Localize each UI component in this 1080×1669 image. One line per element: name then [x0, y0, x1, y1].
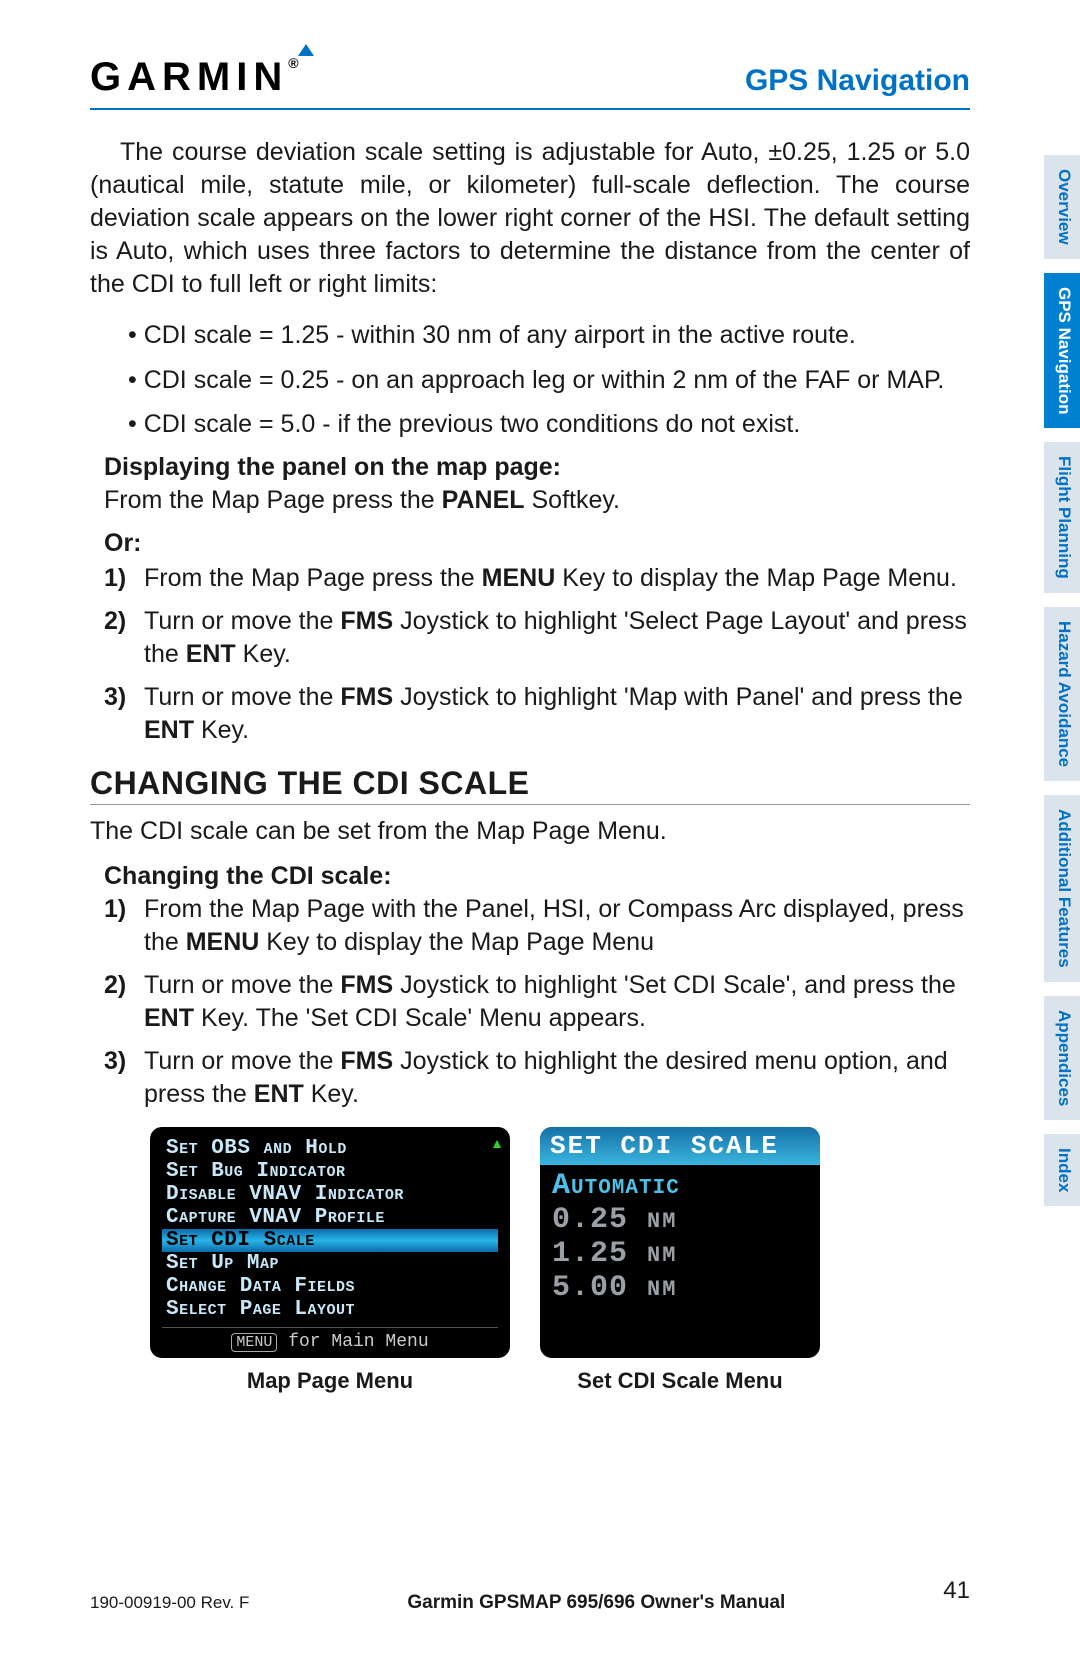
map-menu-caption: Map Page Menu: [150, 1368, 510, 1394]
step-item: 2) Turn or move the FMS Joystick to high…: [104, 605, 970, 671]
map-menu-item: Capture VNAV Profile: [162, 1206, 498, 1229]
side-tabs: Overview GPS Navigation Flight Planning Haz…: [1044, 155, 1080, 1206]
step-item: 3) Turn or move the FMS Joystick to high…: [104, 1045, 970, 1111]
cdi-menu-item: 5.00 NM: [552, 1271, 808, 1305]
map-menu-item: Select Page Layout: [162, 1298, 498, 1321]
set-cdi-scale-panel: SET CDI SCALE Automatic0.25 NM1.25 NM5.0…: [540, 1127, 820, 1358]
side-tab[interactable]: GPS Navigation: [1044, 273, 1080, 429]
cdi-sub-paragraph: The CDI scale can be set from the Map Pa…: [90, 815, 970, 848]
menu-screenshots: ▲ Set OBS and HoldSet Bug IndicatorDisab…: [150, 1127, 970, 1358]
step-item: 1) From the Map Page press the MENU Key …: [104, 562, 970, 595]
side-tab[interactable]: Index: [1044, 1134, 1080, 1206]
panel-softkey-line: From the Map Page press the PANEL Softke…: [104, 484, 970, 517]
cdi-menu-item: 0.25 NM: [552, 1203, 808, 1237]
cdi-menu-item: Automatic: [552, 1169, 808, 1203]
steps-display-panel: 1) From the Map Page press the MENU Key …: [104, 562, 970, 747]
logo-triangle-icon: [298, 44, 314, 56]
side-tab[interactable]: Flight Planning: [1044, 442, 1080, 593]
menu-key-icon: menu: [231, 1333, 277, 1352]
bullet-item: CDI scale = 1.25 - within 30 nm of any a…: [90, 319, 970, 352]
steps-change-cdi: 1) From the Map Page with the Panel, HSI…: [104, 893, 970, 1111]
side-tab[interactable]: Additional Features: [1044, 795, 1080, 982]
map-menu-item: Disable VNAV Indicator: [162, 1183, 498, 1206]
map-menu-item: Change Data Fields: [162, 1275, 498, 1298]
changing-cdi-subhead: Changing the CDI scale:: [104, 862, 970, 891]
or-label: Or:: [104, 529, 970, 558]
map-menu-item: Set CDI Scale: [162, 1229, 498, 1252]
step-item: 2) Turn or move the FMS Joystick to high…: [104, 969, 970, 1035]
map-page-menu-panel: ▲ Set OBS and HoldSet Bug IndicatorDisab…: [150, 1127, 510, 1358]
h2-rule: [90, 804, 970, 805]
page-header: GARMIN® GPS Navigation: [90, 55, 970, 100]
cdi-bullets: CDI scale = 1.25 - within 30 nm of any a…: [90, 319, 970, 441]
page-footer: 190-00919-00 Rev. F Garmin GPSMAP 695/69…: [90, 1589, 970, 1617]
page-number: 41: [943, 1577, 970, 1605]
bullet-item: CDI scale = 5.0 - if the previous two co…: [90, 408, 970, 441]
cdi-menu-item: 1.25 NM: [552, 1237, 808, 1271]
map-menu-item: Set Up Map: [162, 1252, 498, 1275]
changing-cdi-heading: CHANGING THE CDI SCALE: [90, 765, 970, 802]
map-menu-item: Set OBS and Hold: [162, 1137, 498, 1160]
cdi-menu-title: SET CDI SCALE: [540, 1127, 820, 1165]
header-rule: [90, 108, 970, 110]
menu-footer: menu for Main Menu: [162, 1327, 498, 1352]
display-panel-heading: Displaying the panel on the map page:: [104, 453, 970, 482]
doc-title: Garmin GPSMAP 695/696 Owner's Manual: [407, 1592, 785, 1614]
cdi-menu-caption: Set CDI Scale Menu: [540, 1368, 820, 1394]
map-menu-item: Set Bug Indicator: [162, 1160, 498, 1183]
intro-paragraph: The course deviation scale setting is ad…: [90, 136, 970, 301]
doc-revision: 190-00919-00 Rev. F: [90, 1593, 249, 1613]
garmin-logo: GARMIN®: [90, 55, 305, 100]
step-item: 1) From the Map Page with the Panel, HSI…: [104, 893, 970, 959]
step-item: 3) Turn or move the FMS Joystick to high…: [104, 681, 970, 747]
side-tab[interactable]: Overview: [1044, 155, 1080, 259]
scroll-up-icon: ▲: [490, 1135, 504, 1151]
side-tab[interactable]: Hazard Avoidance: [1044, 607, 1080, 781]
side-tab[interactable]: Appendices: [1044, 996, 1080, 1120]
section-title: GPS Navigation: [745, 64, 970, 98]
bullet-item: CDI scale = 0.25 - on an approach leg or…: [90, 364, 970, 397]
